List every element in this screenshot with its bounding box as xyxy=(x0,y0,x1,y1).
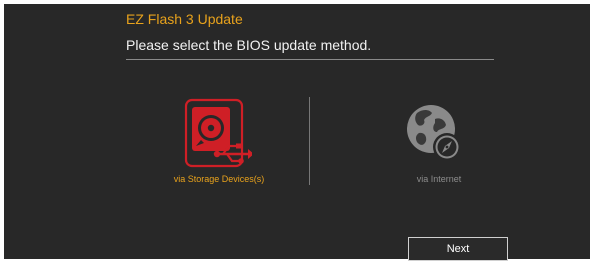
storage-devices-option[interactable]: via Storage Devices(s) xyxy=(154,98,284,190)
options-divider xyxy=(309,97,310,185)
ez-flash-dialog: EZ Flash 3 Update Please select the BIOS… xyxy=(4,4,590,261)
next-button[interactable]: Next xyxy=(408,237,508,261)
dialog-prompt: Please select the BIOS update method. xyxy=(126,37,372,53)
dialog-title: EZ Flash 3 Update xyxy=(126,11,243,27)
internet-option[interactable]: via Internet xyxy=(389,98,489,190)
storage-devices-label: via Storage Devices(s) xyxy=(173,174,265,184)
internet-label: via Internet xyxy=(416,174,462,184)
title-divider xyxy=(126,59,494,60)
globe-icon xyxy=(407,105,461,161)
storage-usb-icon xyxy=(184,98,252,168)
